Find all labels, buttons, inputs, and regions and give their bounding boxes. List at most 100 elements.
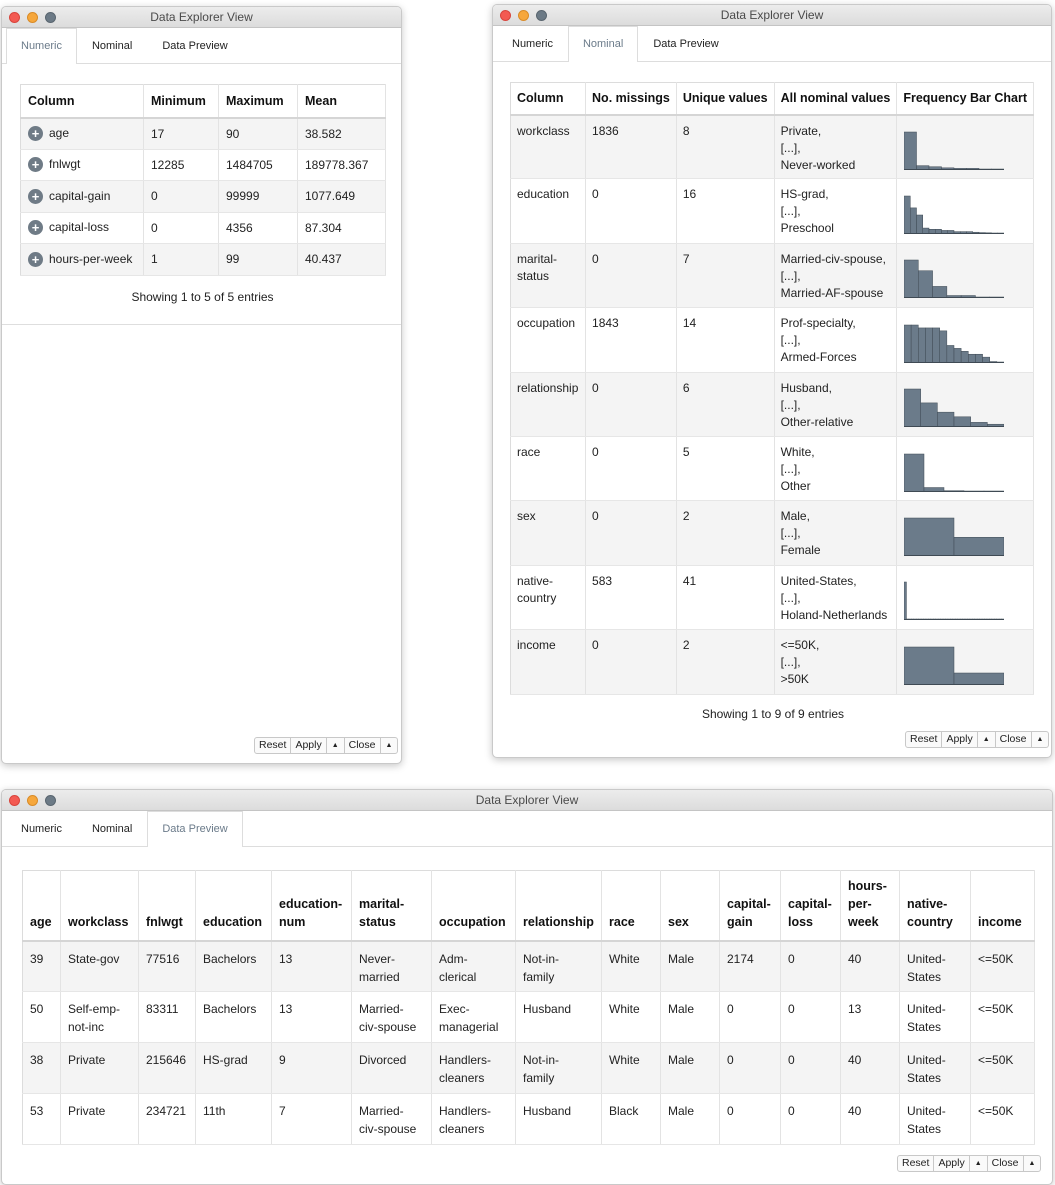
- cell-text: managerial: [439, 1020, 499, 1034]
- cell-capital-loss: 0: [780, 1042, 841, 1094]
- header-native-country[interactable]: native-country: [899, 870, 971, 942]
- header-fnlwgt[interactable]: fnlwgt: [138, 870, 196, 942]
- close-button[interactable]: Close: [996, 732, 1032, 747]
- cell-text: 0: [727, 1002, 734, 1016]
- reset-button[interactable]: Reset: [898, 1156, 935, 1171]
- tab-data-preview[interactable]: Data Preview: [638, 26, 733, 62]
- header-unique-values[interactable]: Unique values: [676, 82, 775, 116]
- frequency-bar: [911, 324, 919, 363]
- minimize-window-button[interactable]: [27, 12, 38, 23]
- header-sex[interactable]: sex: [660, 870, 720, 942]
- header-capital-loss[interactable]: capital-loss: [780, 870, 841, 942]
- frequency-bar: [954, 672, 1005, 685]
- cell-text: United-: [907, 1002, 946, 1016]
- header-workclass[interactable]: workclass: [60, 870, 139, 942]
- cell-native-country: United- States: [899, 1093, 971, 1145]
- apply-button[interactable]: Apply: [942, 732, 978, 747]
- header-column[interactable]: Column: [510, 82, 587, 116]
- nominal-value-line: Holand-Netherlands: [780, 607, 888, 622]
- cell-text: Bachelors: [203, 951, 257, 966]
- header-occupation[interactable]: occupation: [431, 870, 516, 942]
- nominal-value-line: Private,: [780, 123, 822, 138]
- expand-plus-icon[interactable]: +: [28, 126, 43, 142]
- cell-text: United-: [907, 951, 946, 966]
- tab-nominal[interactable]: Nominal: [77, 28, 147, 64]
- cell-text: 0: [788, 951, 795, 966]
- minimize-window-button[interactable]: [518, 10, 529, 21]
- cell-text: <=50K: [978, 1053, 1014, 1067]
- title-bar[interactable]: Data Explorer View: [2, 790, 1052, 811]
- header-minimum[interactable]: Minimum: [143, 84, 219, 119]
- nominal-value-line: [...],: [780, 461, 801, 476]
- frequency-bar: [904, 517, 955, 557]
- expand-plus-icon[interactable]: +: [28, 188, 43, 204]
- header-education-num[interactable]: education-num: [271, 870, 352, 942]
- column-name: hours-per-week: [49, 251, 133, 266]
- header-capital-gain[interactable]: capital-gain: [719, 870, 781, 942]
- tab-data-preview[interactable]: Data Preview: [147, 811, 243, 847]
- header-education[interactable]: education: [195, 870, 272, 942]
- minimize-window-button[interactable]: [27, 795, 38, 806]
- expand-plus-icon[interactable]: +: [28, 157, 43, 173]
- cell-text: married: [359, 969, 400, 984]
- nominal-value-line: >50K: [780, 672, 809, 687]
- reset-button[interactable]: Reset: [255, 738, 292, 753]
- apply-button[interactable]: Apply: [934, 1156, 970, 1171]
- window-title: Data Explorer View: [475, 793, 579, 807]
- title-bar[interactable]: Data Explorer View: [2, 7, 401, 28]
- frequency-bar: [932, 286, 948, 299]
- tab-numeric[interactable]: Numeric: [497, 26, 568, 62]
- tab-data-preview[interactable]: Data Preview: [147, 28, 242, 64]
- header-missings[interactable]: No. missings: [585, 82, 677, 116]
- missings-cell: 1836: [585, 114, 677, 180]
- cell-relationship: Not-in-family: [515, 940, 602, 992]
- close-window-button[interactable]: [9, 795, 20, 806]
- tab-bar: Numeric Nominal Data Preview: [493, 26, 1051, 62]
- header-hours-per-week[interactable]: hours-per-week: [840, 870, 900, 942]
- expand-plus-icon[interactable]: +: [28, 251, 43, 267]
- table-row: race 0 5 White, [...], Other: [510, 436, 1034, 502]
- maximize-window-button[interactable]: [45, 12, 56, 23]
- header-all-nominal-values[interactable]: All nominal values: [774, 82, 898, 116]
- cell-text: 40: [848, 1104, 862, 1118]
- apply-button[interactable]: Apply: [291, 738, 327, 753]
- title-bar[interactable]: Data Explorer View: [493, 5, 1051, 26]
- unique-values-cell: 6: [676, 372, 775, 437]
- frequency-bar: [910, 207, 918, 235]
- header-column[interactable]: Column: [20, 84, 144, 119]
- cell-text: Self-emp-: [68, 1002, 121, 1016]
- maximum-cell: 99: [218, 243, 298, 276]
- header-frequency-bar-chart[interactable]: Frequency Bar Chart: [896, 82, 1034, 116]
- header-text: workclass: [68, 914, 129, 929]
- tab-numeric[interactable]: Numeric: [6, 811, 77, 847]
- close-menu-caret-icon[interactable]: ▲: [1024, 1156, 1041, 1171]
- header-maximum[interactable]: Maximum: [218, 84, 298, 119]
- nominal-values-cell: Married-civ-spouse, [...], Married-AF-spou…: [774, 243, 898, 309]
- missings-cell: 583: [585, 565, 677, 631]
- header-race[interactable]: race: [601, 870, 661, 942]
- tab-numeric[interactable]: Numeric: [6, 28, 77, 64]
- header-relationship[interactable]: relationship: [515, 870, 602, 942]
- tab-nominal[interactable]: Nominal: [77, 811, 147, 847]
- expand-plus-icon[interactable]: +: [28, 220, 43, 236]
- cell-text: not-inc: [68, 1020, 105, 1034]
- apply-menu-caret-icon[interactable]: ▲: [978, 732, 996, 747]
- reset-button[interactable]: Reset: [906, 732, 943, 747]
- close-menu-caret-icon[interactable]: ▲: [381, 738, 398, 753]
- close-window-button[interactable]: [9, 12, 20, 23]
- close-button[interactable]: Close: [345, 738, 381, 753]
- header-marital-status[interactable]: marital-status: [351, 870, 432, 942]
- header-age[interactable]: age: [22, 870, 61, 942]
- header-mean[interactable]: Mean: [297, 84, 386, 119]
- close-window-button[interactable]: [500, 10, 511, 21]
- header-income[interactable]: income: [970, 870, 1035, 942]
- maximize-window-button[interactable]: [536, 10, 547, 21]
- apply-menu-caret-icon[interactable]: ▲: [970, 1156, 988, 1171]
- tab-nominal[interactable]: Nominal: [567, 26, 639, 62]
- close-button[interactable]: Close: [988, 1156, 1024, 1171]
- nominal-value-line: [...],: [780, 140, 801, 155]
- column-cell: native-country: [510, 565, 587, 631]
- apply-menu-caret-icon[interactable]: ▲: [327, 738, 345, 753]
- maximize-window-button[interactable]: [45, 795, 56, 806]
- close-menu-caret-icon[interactable]: ▲: [1032, 732, 1049, 747]
